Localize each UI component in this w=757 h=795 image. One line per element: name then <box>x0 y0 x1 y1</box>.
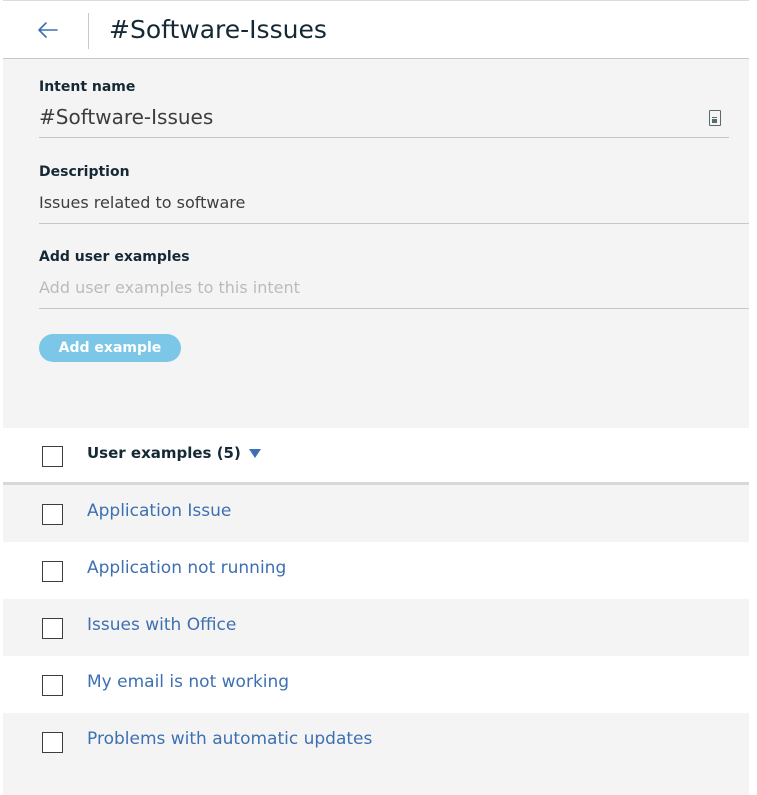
back-button[interactable] <box>33 15 63 45</box>
intent-name-value: #Software-Issues <box>39 105 214 129</box>
user-examples-count: User examples (5) <box>87 444 241 462</box>
page-header: #Software-Issues <box>3 0 749 59</box>
select-all-checkbox[interactable] <box>42 446 63 467</box>
intent-name-label: Intent name <box>39 79 136 95</box>
example-link[interactable]: Issues with Office <box>87 615 236 635</box>
header-divider <box>88 13 89 49</box>
arrow-left-icon <box>38 22 58 38</box>
page-title: #Software-Issues <box>109 15 327 44</box>
table-row[interactable]: Application Issue <box>3 485 749 542</box>
user-examples-table: User examples (5) Application Issue Appl… <box>3 428 749 770</box>
row-checkbox[interactable] <box>42 732 63 753</box>
document-icon <box>709 110 721 126</box>
example-link[interactable]: Application Issue <box>87 501 231 521</box>
example-link[interactable]: Problems with automatic updates <box>87 729 372 749</box>
add-example-button[interactable]: Add example <box>39 334 181 362</box>
add-examples-input[interactable]: Add user examples to this intent <box>39 278 749 309</box>
table-row[interactable]: Issues with Office <box>3 599 749 656</box>
row-checkbox[interactable] <box>42 561 63 582</box>
table-header: User examples (5) <box>3 428 749 485</box>
description-value: Issues related to software <box>39 193 246 212</box>
example-link[interactable]: My email is not working <box>87 672 289 692</box>
table-row[interactable]: My email is not working <box>3 656 749 713</box>
table-footer <box>3 770 749 795</box>
table-row[interactable]: Application not running <box>3 542 749 599</box>
example-link[interactable]: Application not running <box>87 558 286 578</box>
row-checkbox[interactable] <box>42 675 63 696</box>
add-examples-placeholder: Add user examples to this intent <box>39 278 300 297</box>
description-field[interactable]: Issues related to software <box>39 193 749 224</box>
add-examples-label: Add user examples <box>39 249 190 265</box>
table-header-label[interactable]: User examples (5) <box>87 444 261 462</box>
table-row[interactable]: Problems with automatic updates <box>3 713 749 770</box>
intent-editor: #Software-Issues Intent name #Software-I… <box>3 0 749 795</box>
intent-name-field[interactable]: #Software-Issues <box>39 105 729 138</box>
row-checkbox[interactable] <box>42 504 63 525</box>
row-checkbox[interactable] <box>42 618 63 639</box>
caret-down-icon[interactable] <box>248 448 261 458</box>
description-label: Description <box>39 164 130 180</box>
